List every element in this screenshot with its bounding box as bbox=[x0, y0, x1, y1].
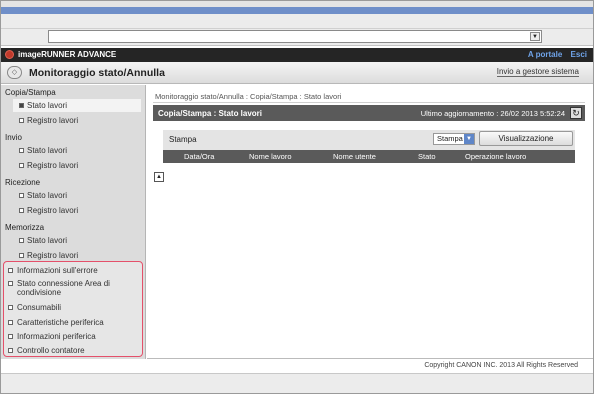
sidebar-item-label: Stato connessione Area di condivisione bbox=[17, 279, 110, 297]
sidebar-item-label: Informazioni periferica bbox=[17, 332, 96, 341]
sidebar-heading-store: Memorizza bbox=[5, 223, 45, 232]
chevron-down-icon[interactable]: ▼ bbox=[530, 32, 540, 41]
sidebar-item-label: Stato lavori bbox=[27, 191, 68, 200]
sidebar-item-label: Registro lavori bbox=[27, 161, 79, 170]
sidebar-item-label: Stato lavori bbox=[27, 101, 68, 110]
main-content: Monitoraggio stato/Annulla : Copia/Stamp… bbox=[147, 85, 593, 359]
page-title-bar: ◇ Monitoraggio stato/Annulla Invio a ges… bbox=[1, 62, 593, 84]
section-title: Copia/Stampa : Stato lavori bbox=[158, 109, 263, 118]
refresh-icon[interactable]: ↻ bbox=[570, 107, 582, 119]
app-header: imageRUNNER ADVANCE A portale Esci bbox=[1, 48, 593, 62]
sidebar-item-copy-job-log[interactable]: Registro lavori bbox=[13, 114, 141, 127]
sidebar-item-device-info[interactable]: Informazioni periferica bbox=[7, 332, 139, 341]
column-header-status: Stato bbox=[418, 152, 436, 161]
header-links: A portale Esci bbox=[522, 50, 587, 59]
sidebar-heading-copy-print: Copia/Stampa bbox=[5, 88, 56, 97]
job-type-select[interactable]: Stampa ▼ bbox=[433, 133, 475, 145]
exit-link[interactable]: Esci bbox=[571, 50, 587, 59]
highlighted-menu-group: Informazioni sull'errore Stato connessio… bbox=[3, 261, 143, 357]
breadcrumb-divider bbox=[153, 102, 585, 103]
address-bar[interactable]: ▼ bbox=[48, 30, 542, 43]
view-button[interactable]: Visualizzazione bbox=[479, 131, 573, 146]
jobs-table-header: Data/Ora Nome lavoro Nome utente Stato O… bbox=[163, 150, 575, 163]
window-title-strip bbox=[1, 7, 593, 14]
sidebar-item-receive-job-log[interactable]: Registro lavori bbox=[13, 204, 141, 217]
bullet-icon bbox=[8, 305, 13, 310]
sidebar-item-label: Registro lavori bbox=[27, 251, 79, 260]
sidebar-heading-receive: Ricezione bbox=[5, 178, 41, 187]
sidebar-item-label: Stato lavori bbox=[27, 146, 68, 155]
sidebar-heading-send: Invio bbox=[5, 133, 22, 142]
brand-logo-icon bbox=[5, 50, 14, 59]
sidebar-item-receive-job-status[interactable]: Stato lavori bbox=[13, 189, 141, 202]
sidebar-item-store-job-status[interactable]: Stato lavori bbox=[13, 234, 141, 247]
bullet-icon bbox=[19, 208, 24, 213]
column-header-user-name: Nome utente bbox=[333, 152, 376, 161]
sidebar-item-label: Informazioni sull'errore bbox=[17, 266, 98, 275]
bullet-icon bbox=[19, 148, 24, 153]
last-update-text: Ultimo aggiornamento : 26/02 2013 5:52:2… bbox=[420, 109, 565, 118]
bullet-icon bbox=[8, 281, 13, 286]
column-header-datetime: Data/Ora bbox=[184, 152, 215, 161]
sidebar-item-device-features[interactable]: Caratteristiche periferica bbox=[7, 318, 139, 327]
monitor-icon: ◇ bbox=[7, 66, 22, 79]
bullet-icon bbox=[19, 253, 24, 258]
chevron-down-icon: ▼ bbox=[464, 134, 474, 144]
browser-status-bar bbox=[1, 373, 593, 393]
toolbar-divider bbox=[1, 28, 593, 29]
bullet-icon bbox=[19, 238, 24, 243]
bullet-icon bbox=[8, 348, 13, 353]
portal-link[interactable]: A portale bbox=[528, 50, 562, 59]
sidebar-item-counter-check[interactable]: Controllo contatore bbox=[7, 346, 139, 355]
sidebar-item-label: Controllo contatore bbox=[17, 346, 85, 355]
sidebar-item-error-info[interactable]: Informazioni sull'errore bbox=[7, 266, 139, 275]
collapse-icon[interactable]: ▲ bbox=[154, 172, 164, 182]
column-header-job-operation: Operazione lavoro bbox=[465, 152, 527, 161]
sidebar-item-send-job-status[interactable]: Stato lavori bbox=[13, 144, 141, 157]
copyright-text: Copyright CANON INC. 2013 All Rights Res… bbox=[424, 362, 578, 369]
bullet-icon bbox=[19, 103, 24, 108]
footer-divider bbox=[147, 358, 593, 359]
sidebar-item-send-job-log[interactable]: Registro lavori bbox=[13, 159, 141, 172]
bullet-icon bbox=[8, 268, 13, 273]
sidebar-item-shared-area-status[interactable]: Stato connessione Area di condivisione bbox=[7, 279, 139, 297]
brand-name: imageRUNNER ADVANCE bbox=[18, 50, 117, 59]
bullet-icon bbox=[19, 118, 24, 123]
bullet-icon bbox=[8, 334, 13, 339]
panel-label: Stampa bbox=[169, 135, 197, 144]
sidebar-item-label: Registro lavori bbox=[27, 116, 79, 125]
column-header-job-name: Nome lavoro bbox=[249, 152, 292, 161]
sidebar-item-label: Registro lavori bbox=[27, 206, 79, 215]
bullet-icon bbox=[8, 320, 13, 325]
page-title: Monitoraggio stato/Annulla bbox=[29, 67, 165, 79]
sidebar-item-label: Consumabili bbox=[17, 303, 62, 312]
select-value: Stampa bbox=[437, 134, 463, 143]
sidebar-item-label: Caratteristiche periferica bbox=[17, 318, 104, 327]
sidebar-item-label: Stato lavori bbox=[27, 236, 68, 245]
sidebar-item-consumables[interactable]: Consumabili bbox=[7, 303, 139, 312]
bullet-icon bbox=[19, 193, 24, 198]
send-to-admin-link[interactable]: Invio a gestore sistema bbox=[496, 67, 579, 77]
sidebar-item-copy-job-status[interactable]: Stato lavori bbox=[13, 99, 141, 112]
breadcrumb: Monitoraggio stato/Annulla : Copia/Stamp… bbox=[155, 92, 342, 101]
bullet-icon bbox=[19, 163, 24, 168]
section-header: Copia/Stampa : Stato lavori Ultimo aggio… bbox=[153, 105, 585, 121]
